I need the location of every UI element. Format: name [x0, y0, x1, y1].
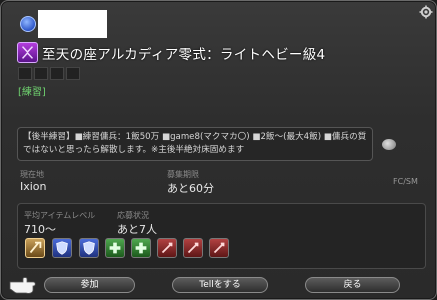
role-slot-tank-icon: [79, 238, 99, 258]
role-slot-dps-icon: [209, 238, 229, 258]
speech-bubble-icon[interactable]: [382, 139, 396, 150]
join-button[interactable]: 参加: [44, 277, 135, 293]
gear-icon[interactable]: [419, 5, 433, 19]
application-status-value: あと7人: [117, 223, 157, 236]
role-slot-healer-icon: [131, 238, 151, 258]
location-label: 現在地: [20, 170, 44, 179]
hand-pointer-icon: [9, 277, 36, 294]
duty-category-tag: [練習]: [18, 87, 46, 98]
application-status-label: 応募状況: [117, 211, 149, 220]
avg-ilvl-value: 710～: [24, 223, 56, 236]
comment-line-2: ではないと思ったら解散します。※主後半絶対床固めます: [23, 145, 245, 155]
role-slot-tank-filled-icon: [25, 238, 45, 258]
avg-ilvl-label: 平均アイテムレベル: [24, 211, 96, 220]
location-value: Ixion: [20, 180, 47, 193]
slot-preview-4: [66, 67, 80, 80]
party-slot-preview: [18, 67, 80, 80]
recruitment-comment: 【後半練習】■練習傭兵：1飯50万 ■game8(マクマカ〇) ■2飯～(最大4…: [17, 127, 373, 161]
fc-sm-label: FC/SM: [393, 177, 418, 186]
role-slot-tank-icon: [52, 238, 72, 258]
tell-button[interactable]: Tellをする: [172, 277, 268, 293]
world-icon: [20, 16, 36, 32]
recruiter-name-redacted: [38, 10, 107, 38]
role-slot-dps-icon: [183, 238, 203, 258]
party-finder-detail-window: 至天の座アルカディア零式：ライトヘビー級4 [練習] 【後半練習】■練習傭兵：1…: [0, 0, 437, 300]
slot-preview-1: [18, 67, 32, 80]
slot-preview-2: [34, 67, 48, 80]
duty-title: 至天の座アルカディア零式：ライトヘビー級4: [42, 47, 326, 63]
role-slot-dps-icon: [157, 238, 177, 258]
time-limit-value: あと60分: [167, 182, 214, 195]
comment-line-1: 【後半練習】■練習傭兵：1飯50万 ■game8(マクマカ〇) ■2飯～(最大4…: [23, 132, 367, 142]
role-slot-healer-icon: [105, 238, 125, 258]
back-button[interactable]: 戻る: [305, 277, 400, 293]
time-limit-label: 募集期限: [167, 170, 199, 179]
slot-preview-3: [50, 67, 64, 80]
raid-duty-icon: [17, 42, 38, 63]
